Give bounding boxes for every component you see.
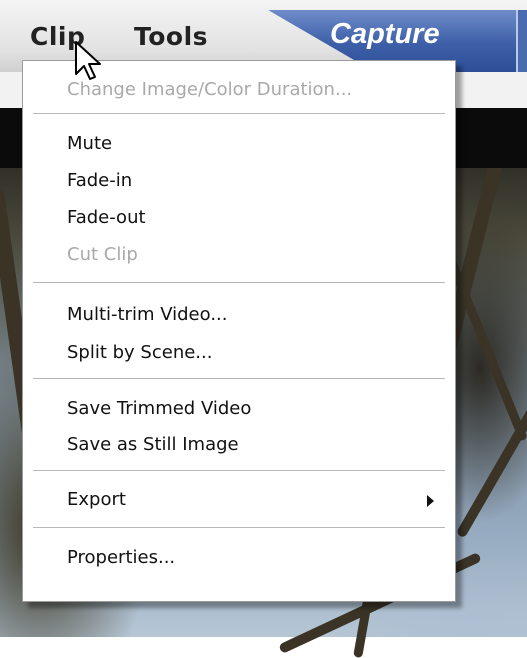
menu-item-cut-clip[interactable]: Cut Clip [67, 244, 138, 265]
tab-edge [516, 10, 527, 72]
menu-item-properties[interactable]: Properties... [67, 547, 175, 568]
menu-tools[interactable]: Tools [134, 22, 208, 51]
menu-item-split-by-scene[interactable]: Split by Scene... [67, 342, 212, 363]
menu-separator [33, 527, 445, 529]
menu-separator [33, 378, 445, 380]
arrow-pointer-icon [75, 41, 101, 80]
menu-item-change-duration[interactable]: Change Image/Color Duration... [67, 79, 352, 100]
menu-separator [33, 113, 445, 115]
menu-item-multi-trim[interactable]: Multi-trim Video... [67, 304, 228, 325]
branch-shape [455, 377, 527, 539]
menu-item-export[interactable]: Export [67, 489, 126, 510]
tab-capture-label[interactable]: Capture [330, 18, 440, 51]
menu-item-mute[interactable]: Mute [67, 133, 112, 154]
clip-dropdown-menu: Change Image/Color Duration... Mute Fade… [22, 60, 456, 602]
submenu-arrow-icon [427, 495, 434, 507]
menu-separator [33, 470, 445, 472]
menu-item-fade-in[interactable]: Fade-in [67, 170, 132, 191]
menu-item-save-trimmed[interactable]: Save Trimmed Video [67, 398, 251, 419]
menu-item-save-still[interactable]: Save as Still Image [67, 434, 239, 455]
menu-separator [33, 282, 445, 284]
menu-item-fade-out[interactable]: Fade-out [67, 207, 146, 228]
